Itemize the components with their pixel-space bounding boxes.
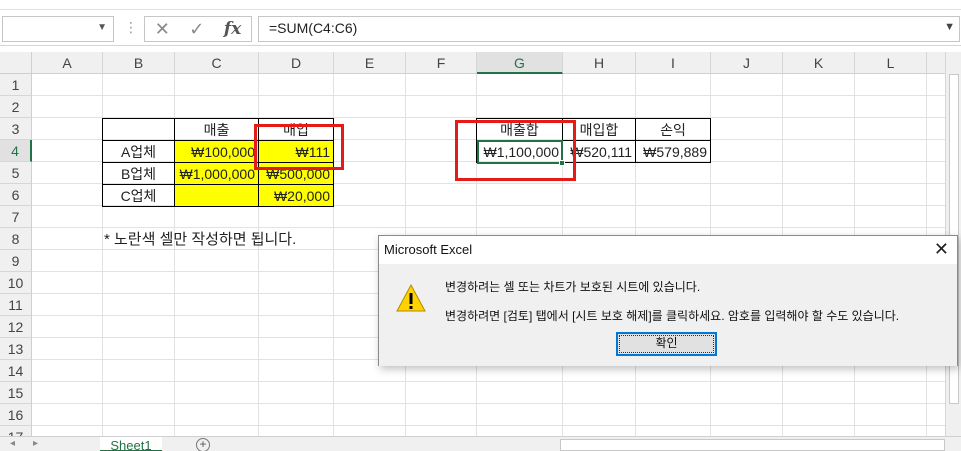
row-header-8[interactable]: 8 (0, 228, 32, 250)
row-header-2[interactable]: 2 (0, 96, 32, 118)
cell-b3[interactable] (102, 118, 175, 141)
gridline (32, 425, 945, 426)
column-header-c[interactable]: C (175, 52, 259, 74)
close-icon[interactable]: ✕ (934, 239, 949, 260)
cancel-icon[interactable]: ✕ (155, 19, 170, 40)
formula-buttons: ✕ ✓ fx (144, 16, 252, 42)
cell-i4[interactable]: ₩579,889 (635, 140, 711, 163)
annotation-box-sales-total (455, 120, 576, 181)
cell-c5[interactable]: ₩1,000,000 (174, 162, 259, 185)
cell-i3[interactable]: 손익 (635, 118, 711, 141)
row-header-12[interactable]: 12 (0, 316, 32, 338)
cell-c4[interactable]: ₩100,000 (174, 140, 259, 163)
row-header-1[interactable]: 1 (0, 74, 32, 96)
name-box[interactable]: ▼ (2, 16, 114, 42)
column-header-e[interactable]: E (334, 52, 406, 74)
focus-ring (619, 335, 714, 353)
cell-b4[interactable]: A업체 (102, 140, 175, 163)
column-header-b[interactable]: B (103, 52, 175, 74)
formula-input[interactable]: =SUM(C4:C6) ▼ (258, 16, 960, 42)
cell-b6[interactable]: C업체 (102, 184, 175, 207)
cell-c3[interactable]: 매출 (174, 118, 259, 141)
gridline (32, 95, 945, 96)
expand-formula-bar-icon[interactable]: ▼ (944, 21, 955, 33)
row-header-5[interactable]: 5 (0, 162, 32, 184)
column-header-a[interactable]: A (32, 52, 103, 74)
row-header-16[interactable]: 16 (0, 404, 32, 426)
horizontal-scrollbar[interactable] (560, 439, 945, 451)
gridline (32, 403, 945, 404)
more-options-icon: ⋮ (124, 19, 138, 35)
row-header-6[interactable]: 6 (0, 184, 32, 206)
dialog-titlebar[interactable]: Microsoft Excel ✕ (379, 236, 957, 264)
column-header-i[interactable]: I (636, 52, 711, 74)
dialog-body: 변경하려는 셀 또는 차트가 보호된 시트에 있습니다. 변경하려면 [검토] … (379, 264, 957, 366)
ribbon-strip (0, 0, 961, 10)
sheet-nav-arrows-icon[interactable]: ◂▸ (10, 438, 56, 449)
gridline (32, 381, 945, 382)
row-header-10[interactable]: 10 (0, 272, 32, 294)
row-header-14[interactable]: 14 (0, 360, 32, 382)
sheet-tab-bar: ◂▸ Sheet1 + (0, 436, 961, 451)
column-header-k[interactable]: K (783, 52, 855, 74)
formula-bar: ▼ ⋮ ✕ ✓ fx =SUM(C4:C6) ▼ (0, 12, 961, 46)
warning-icon (396, 284, 426, 312)
row-header-4[interactable]: 4 (0, 140, 32, 162)
column-header-l[interactable]: L (855, 52, 927, 74)
row-header-11[interactable]: 11 (0, 294, 32, 316)
instruction-note: * 노란색 셀만 작성하면 됩니다. (104, 231, 297, 248)
dialog-message-primary: 변경하려는 셀 또는 차트가 보호된 시트에 있습니다. (445, 280, 701, 294)
cell-c6[interactable] (174, 184, 259, 207)
column-header-f[interactable]: F (406, 52, 477, 74)
row-header-13[interactable]: 13 (0, 338, 32, 360)
column-header-j[interactable]: J (711, 52, 783, 74)
row-header-17[interactable]: 17 (0, 426, 32, 436)
dialog-message-secondary: 변경하려면 [검토] 탭에서 [시트 보호 해제]를 클릭하세요. 암호를 입력… (445, 309, 900, 323)
sheet-tab-sheet1[interactable]: Sheet1 (100, 437, 162, 451)
row-header-15[interactable]: 15 (0, 382, 32, 404)
column-header-d[interactable]: D (259, 52, 334, 74)
formula-text: =SUM(C4:C6) (269, 20, 358, 36)
select-all-corner[interactable] (0, 52, 32, 74)
column-header-g[interactable]: G (477, 52, 563, 74)
cell-d6[interactable]: ₩20,000 (258, 184, 334, 207)
dialog-title: Microsoft Excel (384, 242, 473, 257)
insert-function-icon[interactable]: fx (224, 19, 241, 39)
add-sheet-icon[interactable]: + (196, 438, 210, 451)
row-header-7[interactable]: 7 (0, 206, 32, 228)
cell-b5[interactable]: B업체 (102, 162, 175, 185)
ok-button[interactable]: 확인 (616, 332, 717, 356)
row-header-9[interactable]: 9 (0, 250, 32, 272)
enter-checkmark-icon[interactable]: ✓ (189, 19, 204, 40)
chevron-down-icon[interactable]: ▼ (97, 22, 107, 33)
annotation-box-purchase (254, 124, 344, 170)
sheet-tab-label: Sheet1 (110, 438, 152, 451)
protected-sheet-dialog: Microsoft Excel ✕ 변경하려는 셀 또는 차트가 보호된 시트에… (378, 235, 958, 366)
row-header-3[interactable]: 3 (0, 118, 32, 140)
column-header-h[interactable]: H (563, 52, 636, 74)
column-header-partial[interactable] (927, 52, 945, 74)
